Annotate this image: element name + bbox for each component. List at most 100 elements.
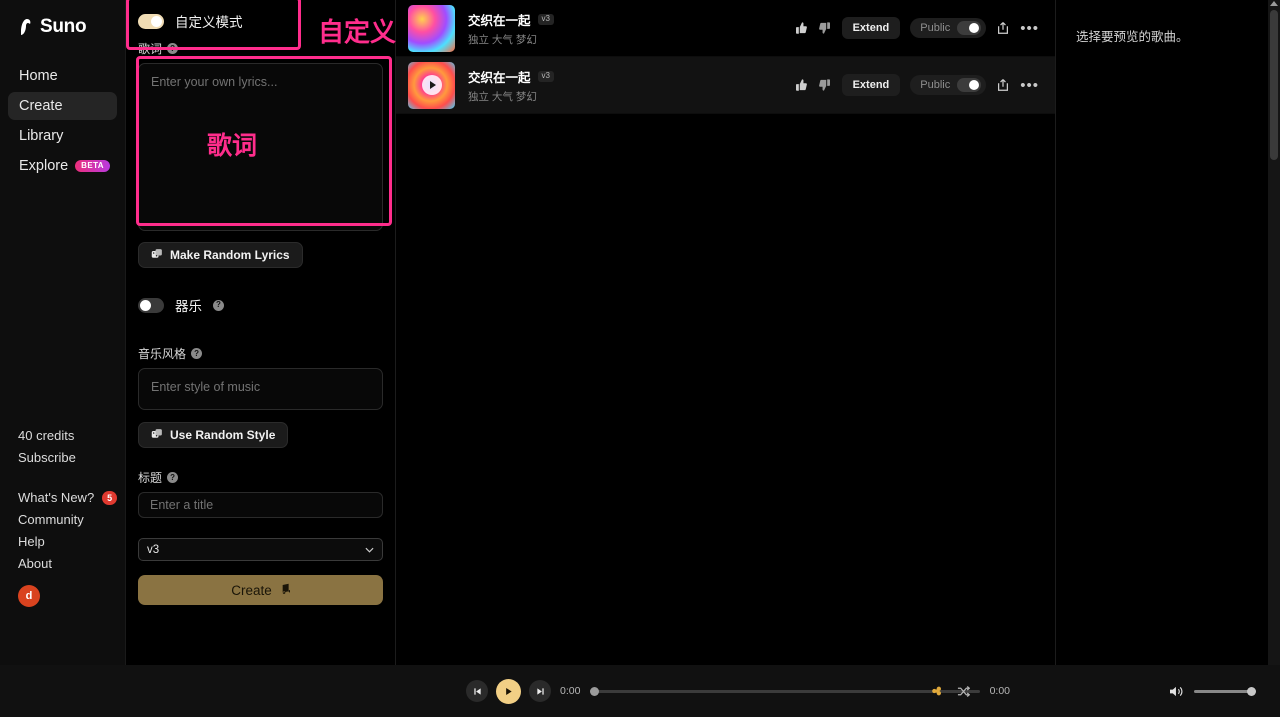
version-select[interactable]: v3 <box>138 538 383 561</box>
suno-app: Suno Home Create Library Explore BETA 40 <box>0 0 1280 717</box>
custom-mode-toggle[interactable] <box>138 13 164 29</box>
preview-empty-text: 选择要预览的歌曲。 <box>1076 30 1189 44</box>
song-list: 交织在一起 v3 独立 大气 梦幻 Extend Public ••• 交织在一… <box>396 0 1056 665</box>
use-random-style-button[interactable]: Use Random Style <box>138 422 289 448</box>
table-row[interactable]: 交织在一起 v3 独立 大气 梦幻 Extend Public ••• <box>396 57 1055 114</box>
question-mark-icon[interactable]: ? <box>167 43 179 54</box>
sidebar: Suno Home Create Library Explore BETA 40 <box>0 0 126 665</box>
sidebar-item-create[interactable]: Create <box>8 92 117 120</box>
seek-handle[interactable] <box>590 686 600 696</box>
thumbs-down-icon[interactable] <box>818 78 832 92</box>
scroll-up-arrow-icon[interactable] <box>1270 1 1278 6</box>
public-switch[interactable] <box>957 21 982 35</box>
whats-new-link[interactable]: What's New? 5 <box>18 487 126 509</box>
play-triangle <box>421 75 442 95</box>
play-icon[interactable] <box>408 62 455 109</box>
volume-handle[interactable] <box>1247 686 1256 696</box>
play-icon[interactable] <box>496 678 521 704</box>
subscribe-link[interactable]: Subscribe <box>18 447 126 469</box>
create-button[interactable]: Create <box>138 575 383 605</box>
extend-button[interactable]: Extend <box>841 74 901 96</box>
title-label-row: 标题 ? <box>138 469 383 486</box>
whats-new-label: What's New? <box>18 490 95 505</box>
scrollbar-thumb[interactable] <box>1270 10 1278 160</box>
extend-button[interactable]: Extend <box>841 17 901 39</box>
make-random-lyrics-button[interactable]: Make Random Lyrics <box>138 242 303 268</box>
more-options-icon[interactable]: ••• <box>1020 78 1039 93</box>
chevron-down-icon <box>365 544 374 556</box>
song-meta: 交织在一起 v3 独立 大气 梦幻 <box>468 67 781 104</box>
thumbs-up-icon[interactable] <box>794 21 808 35</box>
song-meta: 交织在一起 v3 独立 大气 梦幻 <box>468 10 781 47</box>
song-tags: 独立 大气 梦幻 <box>468 33 537 46</box>
sidebar-item-home[interactable]: Home <box>8 62 117 90</box>
version-chip: v3 <box>537 13 554 25</box>
lyrics-input[interactable] <box>138 63 383 231</box>
transport-controls <box>466 678 551 704</box>
avatar[interactable]: d <box>18 585 40 607</box>
skip-next-icon[interactable] <box>529 680 551 702</box>
use-random-style-wrap: Use Random Style <box>138 422 383 448</box>
main-area: Suno Home Create Library Explore BETA 40 <box>0 0 1280 665</box>
public-toggle[interactable]: Public <box>910 18 987 38</box>
instrumental-row[interactable]: 器乐 ? <box>138 284 383 315</box>
song-title-row: 交织在一起 v3 <box>468 10 781 29</box>
instrumental-toggle[interactable] <box>138 297 164 313</box>
infinity-loop-icon[interactable] <box>928 686 943 696</box>
question-mark-icon[interactable]: ? <box>191 348 203 359</box>
lyrics-label: 歌词 <box>138 42 163 56</box>
question-mark-icon[interactable]: ? <box>167 472 179 483</box>
version-select-wrap: v3 <box>138 538 383 561</box>
sidebar-item-library[interactable]: Library <box>8 122 117 150</box>
style-input[interactable] <box>138 368 383 410</box>
share-icon[interactable] <box>996 78 1010 92</box>
title-input[interactable] <box>138 492 383 518</box>
public-toggle[interactable]: Public <box>910 75 987 95</box>
community-link[interactable]: Community <box>18 509 126 531</box>
shuffle-icon[interactable] <box>957 685 970 698</box>
whats-new-count: 5 <box>102 491 118 505</box>
player-extra-controls <box>928 685 970 698</box>
toggle-knob <box>151 15 162 27</box>
app-logo[interactable]: Suno <box>0 0 125 38</box>
page-scrollbar[interactable] <box>1268 0 1280 665</box>
toggle-knob <box>140 299 151 311</box>
style-label: 音乐风格 <box>138 347 187 361</box>
song-title: 交织在一起 <box>468 70 531 85</box>
public-switch[interactable] <box>957 78 982 92</box>
credits-label: 40 credits <box>18 428 75 443</box>
public-label: Public <box>920 22 951 34</box>
seek-bar[interactable] <box>590 686 980 696</box>
title-label: 标题 <box>138 471 163 485</box>
style-label-row: 音乐风格 ? <box>138 345 383 362</box>
current-time: 0:00 <box>560 685 581 697</box>
total-time: 0:00 <box>989 685 1010 697</box>
volume-slider[interactable] <box>1194 686 1256 696</box>
skip-previous-icon[interactable] <box>466 680 488 702</box>
create-button-wrap: Create <box>138 575 383 605</box>
help-link[interactable]: Help <box>18 531 126 553</box>
table-row[interactable]: 交织在一起 v3 独立 大气 梦幻 Extend Public ••• <box>396 0 1055 57</box>
lyrics-label-row: 歌词 ? <box>138 40 383 57</box>
volume-icon[interactable] <box>1169 685 1184 698</box>
album-art[interactable] <box>408 4 455 52</box>
share-icon[interactable] <box>996 21 1010 35</box>
sidebar-item-label: Library <box>19 128 64 144</box>
more-options-icon[interactable]: ••• <box>1020 21 1039 36</box>
sidebar-item-label: Explore <box>19 158 69 174</box>
sidebar-item-label: Home <box>19 68 58 84</box>
custom-mode-row[interactable]: 自定义模式 <box>138 0 383 31</box>
question-mark-icon[interactable]: ? <box>213 299 224 311</box>
sidebar-item-explore[interactable]: Explore BETA <box>8 152 117 180</box>
make-random-lyrics-label: Make Random Lyrics <box>170 248 290 262</box>
about-link[interactable]: About <box>18 553 126 575</box>
thumbs-down-icon[interactable] <box>818 21 832 35</box>
custom-mode-label: 自定义模式 <box>175 15 243 30</box>
suno-logo-icon <box>18 18 34 36</box>
instrumental-label: 器乐 <box>175 299 202 314</box>
sidebar-item-label: Create <box>19 98 63 114</box>
thumbs-up-icon[interactable] <box>794 78 808 92</box>
album-art[interactable] <box>408 61 455 109</box>
brand-name: Suno <box>40 16 87 37</box>
